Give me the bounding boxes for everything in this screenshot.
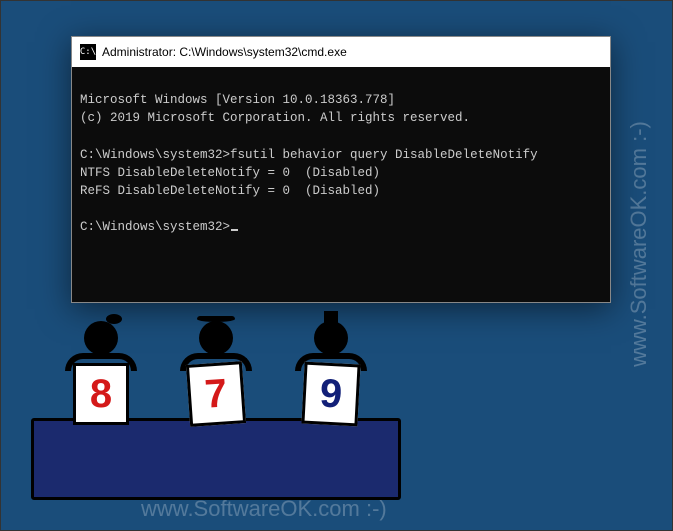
terminal-line: Microsoft Windows [Version 10.0.18363.77… [80,93,395,107]
window-title: Administrator: C:\Windows\system32\cmd.e… [102,45,606,59]
judge-head [314,321,348,355]
judges-table [31,418,401,500]
judge-head [199,321,233,355]
cmd-icon: C:\ [80,44,96,60]
prompt-text: C:\Windows\system32> [80,220,230,234]
judges-cartoon: 8 7 9 [31,320,411,500]
scorecard-3: 9 [301,362,360,427]
titlebar[interactable]: C:\ Administrator: C:\Windows\system32\c… [72,37,610,67]
terminal-line: (c) 2019 Microsoft Corporation. All righ… [80,111,470,125]
judge-head [84,321,118,355]
terminal-line: NTFS DisableDeleteNotify = 0 (Disabled) [80,166,380,180]
terminal-prompt: C:\Windows\system32> [80,220,238,234]
cmd-window: C:\ Administrator: C:\Windows\system32\c… [71,36,611,303]
judge-2: 7 [171,321,261,425]
scorecard-1: 8 [73,363,129,425]
scorecard-2: 7 [186,361,246,427]
watermark-right: www.SoftwareOK.com :-) [626,121,652,367]
terminal-output[interactable]: Microsoft Windows [Version 10.0.18363.77… [72,67,610,302]
judge-3: 9 [286,321,376,425]
terminal-line: C:\Windows\system32>fsutil behavior quer… [80,148,538,162]
judge-1: 8 [56,321,146,425]
cursor [231,229,238,231]
terminal-line: ReFS DisableDeleteNotify = 0 (Disabled) [80,184,380,198]
